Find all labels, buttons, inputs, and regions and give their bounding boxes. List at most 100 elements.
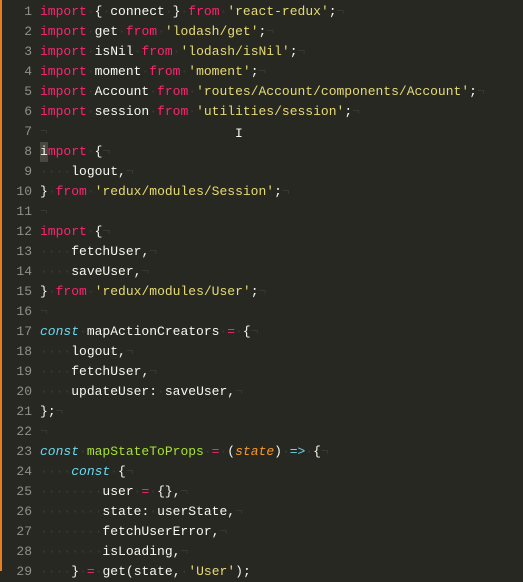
code-editor[interactable]: 1234567891011121314151617181920212223242… xyxy=(0,0,523,571)
token-pn: , xyxy=(227,384,235,399)
token-ws: · xyxy=(149,504,157,519)
token-pn: { xyxy=(243,324,251,339)
token-ws: ········ xyxy=(40,544,102,559)
token-ws: ¬ xyxy=(141,264,149,279)
token-str: 'routes/Account/components/Account' xyxy=(196,84,469,99)
line-number: 13 xyxy=(0,242,32,262)
code-line[interactable]: const·mapStateToProps·=·(state)·=>·{¬ xyxy=(40,442,523,462)
code-line[interactable]: ¬ xyxy=(40,302,523,322)
line-number: 5 xyxy=(0,82,32,102)
line-number: 12 xyxy=(0,222,32,242)
code-line[interactable]: import·session·from·'utilities/session';… xyxy=(40,102,523,122)
code-line[interactable]: import·{·connect·}·from·'react-redux';¬ xyxy=(40,2,523,22)
token-pn: } xyxy=(40,404,48,419)
token-id: Account xyxy=(95,84,150,99)
token-kw: import xyxy=(40,4,87,19)
token-str: 'redux/modules/User' xyxy=(95,284,251,299)
token-id: userState xyxy=(157,504,227,519)
token-pn: ; xyxy=(329,4,337,19)
line-number: 2 xyxy=(0,22,32,42)
token-ws: · xyxy=(305,444,313,459)
code-line[interactable]: import·get·from·'lodash/get';¬ xyxy=(40,22,523,42)
token-kw: import xyxy=(40,224,87,239)
code-line[interactable]: }·from·'redux/modules/Session';¬ xyxy=(40,182,523,202)
line-number: 7 xyxy=(0,122,32,142)
code-line[interactable]: import·isNil·from·'lodash/isNil';¬ xyxy=(40,42,523,62)
token-kw: from xyxy=(157,104,188,119)
code-line[interactable]: import·{¬ xyxy=(40,222,523,242)
token-st: const xyxy=(40,444,79,459)
token-ws: ¬ xyxy=(235,384,243,399)
token-ws: ········ xyxy=(40,484,102,499)
token-ws: · xyxy=(188,84,196,99)
token-pn: ) xyxy=(274,444,282,459)
code-line[interactable]: const·mapActionCreators·=·{¬ xyxy=(40,322,523,342)
token-ws: ···· xyxy=(40,464,71,479)
code-line[interactable]: }·from·'redux/modules/User';¬ xyxy=(40,282,523,302)
token-ws: · xyxy=(87,84,95,99)
token-ws: · xyxy=(149,484,157,499)
token-id: updateUser xyxy=(71,384,149,399)
token-kw: from xyxy=(56,284,87,299)
code-line[interactable]: ····}·=·get(state,·'User'); xyxy=(40,562,523,582)
code-line[interactable]: ········isLoading,¬ xyxy=(40,542,523,562)
token-ws: ¬ xyxy=(40,304,48,319)
code-line[interactable]: ········user·=·{},¬ xyxy=(40,482,523,502)
code-line[interactable]: ¬ xyxy=(40,202,523,222)
token-ws: ¬ xyxy=(126,344,134,359)
line-number: 29 xyxy=(0,562,32,582)
token-pn: ; xyxy=(251,284,259,299)
token-ws: ¬ xyxy=(102,224,110,239)
code-line[interactable]: ····fetchUser,¬ xyxy=(40,362,523,382)
line-number: 16 xyxy=(0,302,32,322)
code-line[interactable]: ····updateUser:·saveUser,¬ xyxy=(40,382,523,402)
line-number: 19 xyxy=(0,362,32,382)
token-id: user xyxy=(102,484,133,499)
code-area[interactable]: import·{·connect·}·from·'react-redux';¬i… xyxy=(40,0,523,571)
token-id: session xyxy=(95,104,150,119)
token-id: state xyxy=(102,504,141,519)
token-ws: · xyxy=(282,444,290,459)
token-ws: ········ xyxy=(40,524,102,539)
token-kw: i xyxy=(40,142,48,162)
token-kw: from xyxy=(141,44,172,59)
token-kw: = xyxy=(227,324,235,339)
token-ws: · xyxy=(79,564,87,579)
token-st: const xyxy=(40,324,79,339)
code-line[interactable]: ········state:·userState,¬ xyxy=(40,502,523,522)
code-line[interactable]: ····logout,¬ xyxy=(40,342,523,362)
token-pn: } xyxy=(40,184,48,199)
code-line[interactable]: ¬ xyxy=(40,422,523,442)
code-line[interactable]: ····fetchUser,¬ xyxy=(40,242,523,262)
line-number: 20 xyxy=(0,382,32,402)
code-line[interactable]: ········fetchUserError,¬ xyxy=(40,522,523,542)
line-number: 21 xyxy=(0,402,32,422)
token-kw: import xyxy=(40,24,87,39)
token-ws: ¬ xyxy=(40,124,48,139)
code-line[interactable]: ¬I xyxy=(40,122,523,142)
token-ws: ···· xyxy=(40,564,71,579)
token-id: fetchUser xyxy=(71,244,141,259)
token-id: mapActionCreators xyxy=(87,324,220,339)
code-line[interactable]: import·Account·from·'routes/Account/comp… xyxy=(40,82,523,102)
line-number: 18 xyxy=(0,342,32,362)
code-line[interactable]: import·{¬ xyxy=(40,142,523,162)
code-line[interactable]: ····logout,¬ xyxy=(40,162,523,182)
code-line[interactable]: };¬ xyxy=(40,402,523,422)
token-ws: · xyxy=(235,324,243,339)
token-ws: · xyxy=(87,64,95,79)
modified-indicator-bar xyxy=(0,0,2,571)
token-ws: ¬ xyxy=(259,284,267,299)
token-ws: · xyxy=(87,144,95,159)
line-number: 1 xyxy=(0,2,32,22)
token-id: fetchUserError xyxy=(102,524,211,539)
code-line[interactable]: ····saveUser,¬ xyxy=(40,262,523,282)
token-ws: ¬ xyxy=(181,484,189,499)
token-ws: · xyxy=(165,4,173,19)
token-ws: · xyxy=(157,24,165,39)
code-line[interactable]: import·moment·from·'moment';¬ xyxy=(40,62,523,82)
token-pn: ; xyxy=(290,44,298,59)
code-line[interactable]: ····const·{¬ xyxy=(40,462,523,482)
token-ws: ¬ xyxy=(259,64,267,79)
token-str: 'User' xyxy=(188,564,235,579)
